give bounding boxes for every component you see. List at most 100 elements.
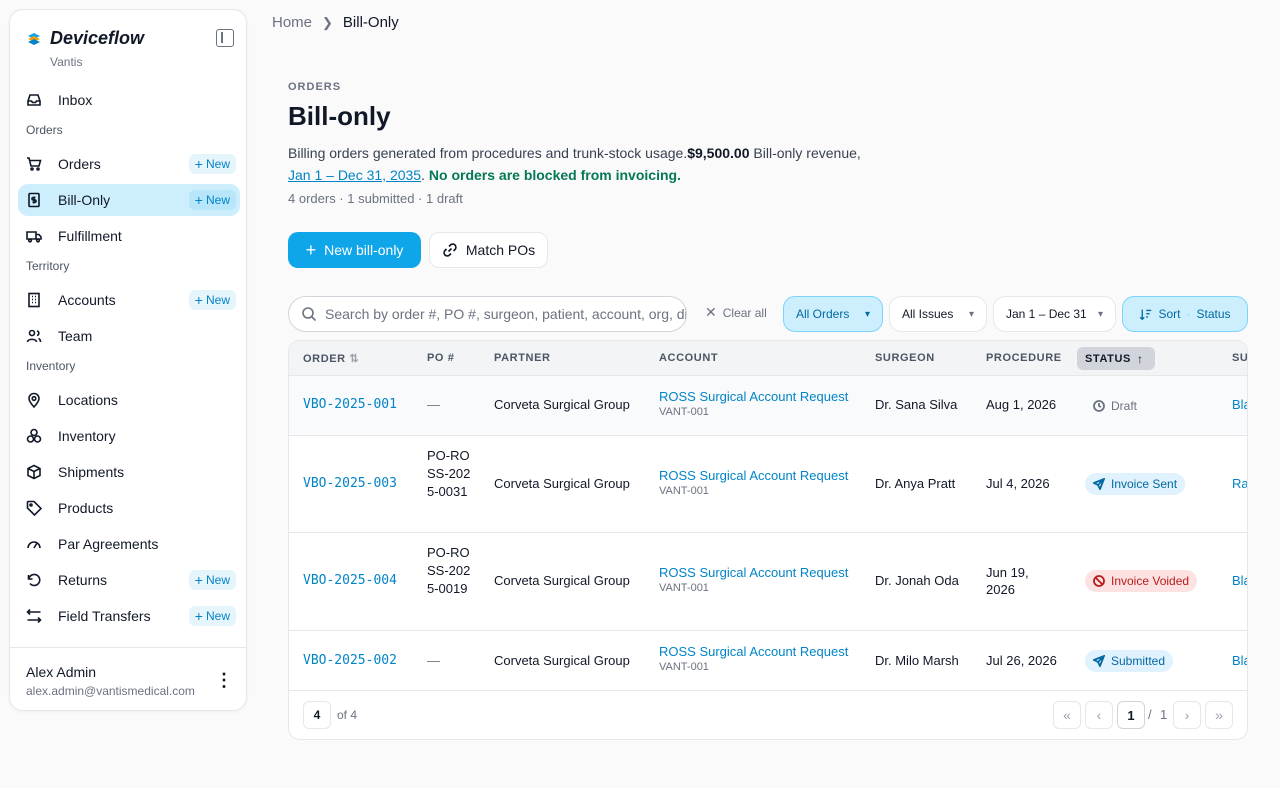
status-label: Draft: [1111, 399, 1138, 413]
order-id-link[interactable]: VBO-2025-002: [303, 653, 397, 668]
last-page-button[interactable]: »: [1205, 701, 1233, 729]
sub-link[interactable]: Bla: [1232, 397, 1247, 412]
field-transfers-new-button[interactable]: + New: [188, 606, 236, 626]
separator-dot: ·: [1186, 307, 1191, 321]
plus-icon: +: [194, 292, 203, 308]
all-orders-filter[interactable]: All Orders ▾: [783, 296, 883, 332]
chevron-down-icon: ▾: [968, 308, 974, 320]
sort-button[interactable]: Sort · Status: [1122, 296, 1248, 332]
sidebar-item-inventory[interactable]: Inventory: [18, 420, 240, 452]
arrows-left-right-icon: [26, 608, 42, 624]
new-bill-only-button[interactable]: + New bill-only: [288, 232, 421, 268]
sidebar-item-orders[interactable]: Orders + New: [18, 148, 240, 180]
date-range-filter[interactable]: Jan 1 – Dec 31 ▾: [993, 296, 1116, 332]
match-pos-button[interactable]: Match POs: [429, 232, 548, 268]
new-bill-only-label: New bill-only: [324, 242, 404, 258]
page-size-select[interactable]: 4: [303, 701, 331, 729]
partner-name: Corveta Surgical Group: [494, 397, 630, 412]
section-orders: Orders: [26, 123, 63, 137]
brand[interactable]: Deviceflow: [26, 28, 144, 49]
orders-new-button[interactable]: + New: [188, 154, 236, 174]
sort-label: Sort: [1158, 307, 1181, 321]
table-row[interactable]: VBO-2025-004 PO-ROSS-2025-0019 Corveta S…: [289, 533, 1247, 631]
chevrons-right-icon: »: [1215, 707, 1223, 723]
account-link[interactable]: ROSS Surgical Account Request: [659, 389, 848, 404]
breadcrumb: Home ❯ Bill-Only: [272, 14, 399, 31]
accounts-new-button[interactable]: + New: [188, 290, 236, 310]
sidebar-item-products[interactable]: Products: [18, 492, 240, 524]
sidebar-item-returns[interactable]: Returns + New: [18, 564, 240, 596]
breadcrumb-current: Bill-Only: [342, 14, 399, 31]
table-row[interactable]: VBO-2025-002 — Corveta Surgical Group RO…: [289, 631, 1247, 691]
account-link[interactable]: ROSS Surgical Account Request: [659, 644, 848, 659]
more-vertical-icon[interactable]: ⋮: [215, 668, 233, 692]
users-icon: [26, 328, 42, 344]
arrow-up-icon: ↑: [1136, 351, 1144, 366]
send-icon: [1093, 655, 1105, 667]
sidebar-item-par-agreements[interactable]: Par Agreements: [18, 528, 240, 560]
sidebar-item-locations[interactable]: Locations: [18, 384, 240, 416]
order-id-link[interactable]: VBO-2025-001: [303, 397, 397, 412]
column-status[interactable]: STATUS ↑: [1077, 347, 1155, 370]
sidebar-collapse-icon[interactable]: [216, 29, 234, 47]
account-link[interactable]: ROSS Surgical Account Request: [659, 468, 848, 483]
sub-link[interactable]: Bla: [1232, 653, 1247, 668]
package-icon: [26, 464, 42, 480]
account-cell: ROSS Surgical Account Request VANT-001: [659, 644, 848, 673]
sidebar-item-fulfillment[interactable]: Fulfillment: [18, 220, 240, 252]
ban-icon: [1093, 575, 1105, 587]
plus-icon: +: [305, 240, 317, 260]
chevron-right-icon: ❯: [322, 14, 333, 30]
order-id-link[interactable]: VBO-2025-003: [303, 476, 397, 491]
sidebar-item-team[interactable]: Team: [18, 320, 240, 352]
sidebar-item-shipments[interactable]: Shipments: [18, 456, 240, 488]
procedure-date: Aug 1, 2026: [986, 397, 1057, 412]
app-name: Deviceflow: [50, 28, 145, 48]
desc-lead: Billing orders generated from procedures…: [288, 145, 688, 161]
search-input[interactable]: [325, 306, 686, 322]
first-page-button[interactable]: «: [1053, 701, 1081, 729]
sidebar-item-field-transfers[interactable]: Field Transfers + New: [18, 600, 240, 632]
org-name: Vantis: [50, 55, 83, 69]
all-orders-label: All Orders: [796, 307, 850, 321]
returns-new-button[interactable]: + New: [188, 570, 236, 590]
sidebar-item-bill-only[interactable]: Bill-Only + New: [18, 184, 240, 216]
procedure-date: Jul 26, 2026: [986, 653, 1057, 668]
next-page-button[interactable]: ›: [1173, 701, 1201, 729]
sidebar-item-label: Par Agreements: [58, 536, 159, 552]
account-link[interactable]: ROSS Surgical Account Request: [659, 565, 848, 580]
sidebar-item-inbox[interactable]: Inbox: [18, 84, 240, 116]
status-badge: Invoice Voided: [1085, 570, 1198, 592]
sidebar-item-label: Team: [58, 328, 93, 344]
sub-link[interactable]: Bla: [1232, 573, 1247, 588]
partner-name: Corveta Surgical Group: [494, 653, 630, 668]
clock-icon: [1093, 400, 1105, 412]
sidebar-item-label: Returns: [58, 572, 108, 588]
column-po: PO #: [427, 352, 455, 364]
status-badge: Submitted: [1085, 650, 1174, 672]
sidebar-item-accounts[interactable]: Accounts + New: [18, 284, 240, 316]
bill-only-new-button[interactable]: + New: [188, 190, 236, 210]
current-page[interactable]: 1: [1117, 701, 1145, 729]
sidebar: Deviceflow Vantis Inbox Orders Orders + N…: [9, 9, 247, 711]
clear-all-label: Clear all: [722, 305, 767, 320]
date-range-link[interactable]: Jan 1 – Dec 31, 2035: [288, 167, 421, 183]
column-order[interactable]: ORDER ⇅: [303, 352, 359, 365]
clear-all-button[interactable]: ✕ Clear all: [705, 304, 767, 321]
table-header: ORDER ⇅ PO # PARTNER ACCOUNT SURGEON PRO…: [289, 341, 1247, 376]
all-issues-filter[interactable]: All Issues ▾: [889, 296, 987, 332]
status-badge: Draft: [1085, 395, 1145, 417]
prev-page-button[interactable]: ‹: [1085, 701, 1113, 729]
sub-link[interactable]: Ra: [1232, 476, 1247, 491]
sort-icon: [1140, 309, 1152, 320]
sort-value: Status: [1196, 307, 1231, 321]
status-label: Submitted: [1111, 654, 1166, 668]
order-id-link[interactable]: VBO-2025-004: [303, 573, 397, 588]
account-cell: ROSS Surgical Account Request VANT-001: [659, 389, 848, 418]
desc-period: .: [421, 167, 425, 183]
table-row[interactable]: VBO-2025-003 PO-ROSS-2025-0031 Corveta S…: [289, 436, 1247, 533]
table-row[interactable]: VBO-2025-001 — Corveta Surgical Group RO…: [289, 376, 1247, 436]
po-number: PO-ROSS-2025-0019: [427, 545, 471, 596]
deviceflow-logo-icon: [28, 32, 40, 45]
breadcrumb-home[interactable]: Home: [272, 14, 312, 31]
